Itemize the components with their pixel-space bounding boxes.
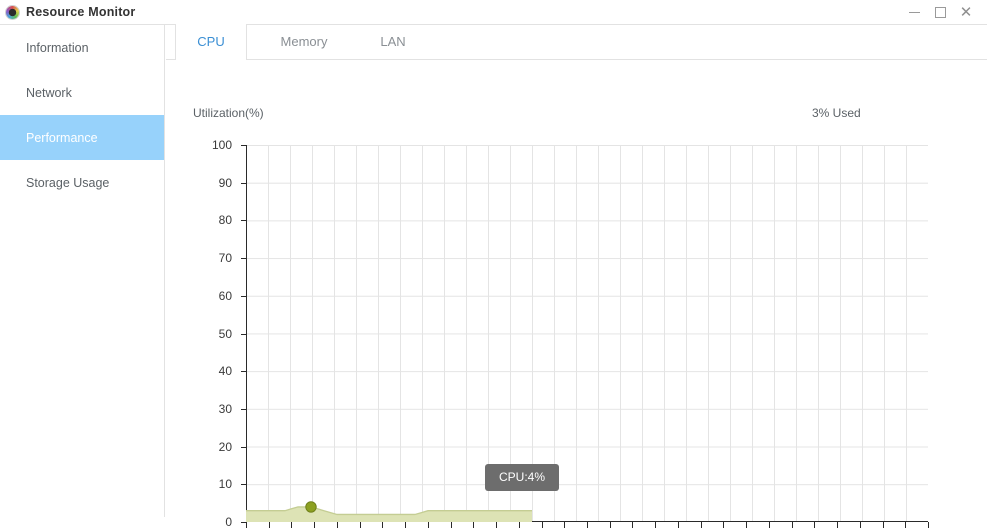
window-controls: ✕ — [901, 0, 979, 25]
x-axis-tick — [837, 522, 838, 528]
x-axis-tick — [269, 522, 270, 528]
tab-memory[interactable]: Memory — [261, 24, 347, 59]
x-axis-tick — [564, 522, 565, 528]
tab-cpu[interactable]: CPU — [175, 24, 247, 60]
tab-label: LAN — [380, 34, 406, 49]
sidebar-item-label: Information — [26, 40, 89, 55]
y-axis-label: 30 — [218, 401, 232, 416]
y-axis-label: 100 — [211, 138, 232, 152]
y-axis-label: 70 — [218, 251, 232, 266]
y-axis-label: 60 — [218, 288, 232, 303]
cpu-used-label: 3% Used — [812, 106, 861, 120]
sidebar-item-performance[interactable]: Performance — [0, 115, 164, 160]
tab-label: Memory — [280, 34, 328, 49]
sidebar-item-network[interactable]: Network — [0, 70, 164, 115]
window-title: Resource Monitor — [26, 5, 136, 19]
x-axis-tick — [246, 522, 247, 528]
y-axis-label: 0 — [225, 515, 232, 529]
minimize-icon — [908, 12, 920, 13]
sidebar-item-label: Performance — [26, 130, 98, 145]
x-axis-tick — [291, 522, 292, 528]
cpu-tooltip: CPU:4% — [485, 464, 560, 491]
sidebar-item-storage-usage[interactable]: Storage Usage — [0, 160, 164, 205]
content-area: CPU Memory LAN Utilization(%) 3% Used 0 1… — [166, 24, 987, 529]
y-axis-label: 80 — [218, 213, 232, 228]
cpu-series-area — [245, 501, 532, 522]
x-axis-tick — [587, 522, 588, 528]
x-axis-tick — [610, 522, 611, 528]
x-axis-tick — [519, 522, 520, 528]
x-axis-tick — [883, 522, 884, 528]
sidebar-item-label: Storage Usage — [26, 175, 110, 190]
x-axis-tick — [792, 522, 793, 528]
y-axis-label: 10 — [218, 477, 232, 492]
x-axis-tick — [632, 522, 633, 528]
title-bar: Resource Monitor ✕ — [0, 0, 987, 25]
close-icon: ✕ — [959, 3, 973, 21]
x-axis-tick — [860, 522, 861, 528]
y-axis-label: 50 — [218, 326, 232, 341]
x-axis-tick — [405, 522, 406, 528]
x-axis-tick — [428, 522, 429, 528]
cpu-chart-panel: Utilization(%) 3% Used 0 10 20 30 40 50 60 70 80… — [166, 60, 987, 529]
y-axis-label: 90 — [218, 175, 232, 190]
minimize-button[interactable] — [901, 0, 927, 25]
series-point-marker[interactable] — [305, 501, 317, 513]
x-axis-tick — [473, 522, 474, 528]
x-axis-tick — [723, 522, 724, 528]
y-axis-label: 40 — [218, 364, 232, 379]
x-axis-tick — [905, 522, 906, 528]
x-axis-tick — [928, 522, 929, 528]
sidebar-item-label: Network — [26, 85, 72, 100]
maximize-button[interactable] — [927, 0, 953, 25]
tab-lan[interactable]: LAN — [361, 24, 425, 59]
x-axis-tick — [701, 522, 702, 528]
close-button[interactable]: ✕ — [953, 0, 979, 25]
x-axis-tick — [814, 522, 815, 528]
cpu-utilization-chart: 0 10 20 30 40 50 60 70 80 90 100 — [212, 138, 929, 529]
x-axis-tick — [314, 522, 315, 528]
x-axis-tick — [360, 522, 361, 528]
y-axis-label: 20 — [218, 439, 232, 454]
tab-label: CPU — [197, 34, 225, 49]
x-axis-tick — [542, 522, 543, 528]
x-axis-tick — [451, 522, 452, 528]
tab-bar: CPU Memory LAN — [166, 24, 987, 60]
x-axis-tick — [678, 522, 679, 528]
x-axis-tick — [746, 522, 747, 528]
x-axis-tick — [655, 522, 656, 528]
x-axis-tick — [337, 522, 338, 528]
x-axis-tick — [382, 522, 383, 528]
sidebar: Information Network Performance Storage … — [0, 25, 165, 517]
app-color-wheel-icon — [6, 5, 19, 19]
chart-axis-title: Utilization(%) — [193, 106, 264, 120]
x-axis-tick — [769, 522, 770, 528]
maximize-icon — [934, 7, 946, 18]
resource-monitor-window: Resource Monitor ✕ Information Network P… — [0, 0, 987, 529]
x-axis-tick — [496, 522, 497, 528]
sidebar-item-information[interactable]: Information — [0, 25, 164, 70]
